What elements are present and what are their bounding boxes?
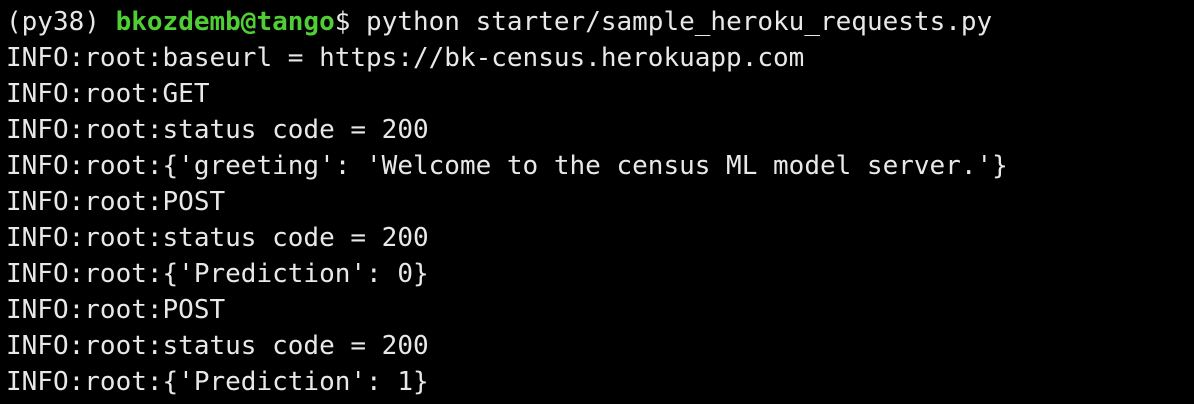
output-line: INFO:root:POST <box>6 187 226 217</box>
terminal-output: (py38) bkozdemb@tango$ python starter/sa… <box>6 4 1194 400</box>
output-line: INFO:root:status code = 200 <box>6 223 429 253</box>
output-line: INFO:root:{'Prediction': 1} <box>6 367 429 397</box>
output-line: INFO:root:status code = 200 <box>6 115 429 145</box>
output-line: INFO:root:{'Prediction': 0} <box>6 259 429 289</box>
terminal-window[interactable]: (py38) bkozdemb@tango$ python starter/sa… <box>0 0 1194 404</box>
output-line: INFO:root:GET <box>6 79 210 109</box>
output-line: INFO:root:POST <box>6 295 226 325</box>
prompt-user-host: bkozdemb@tango <box>115 7 335 37</box>
output-line: INFO:root:baseurl = https://bk-census.he… <box>6 43 805 73</box>
command-text: python starter/sample_heroku_requests.py <box>350 7 993 37</box>
output-line: INFO:root:{'greeting': 'Welcome to the c… <box>6 151 1008 181</box>
command-line: (py38) bkozdemb@tango$ python starter/sa… <box>6 4 1194 40</box>
prompt-symbol: $ <box>334 7 351 37</box>
prompt-env: (py38) <box>6 7 116 37</box>
output-line: INFO:root:status code = 200 <box>6 331 429 361</box>
